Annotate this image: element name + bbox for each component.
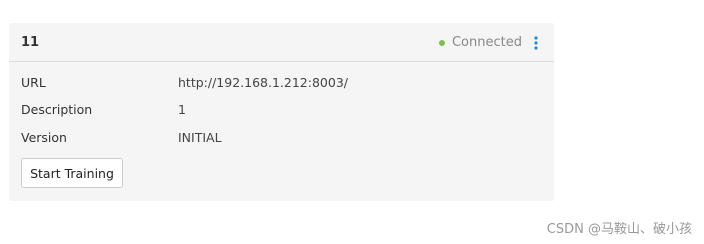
status-dot-icon: [438, 40, 445, 46]
field-label: Version: [21, 130, 67, 145]
connection-card: 11 Connected URL http://192.168.1.212:80…: [9, 23, 554, 201]
watermark: CSDN @马鞍山、破小孩: [546, 222, 692, 237]
card-header: 11 Connected: [9, 23, 554, 62]
field-value: INITIAL: [178, 130, 222, 145]
field-label: Description: [21, 102, 93, 117]
field-value: 1: [178, 102, 186, 117]
more-vertical-icon[interactable]: [533, 36, 539, 50]
connection-status: Connected: [438, 34, 522, 52]
field-label: URL: [21, 75, 46, 90]
field-value: http://192.168.1.212:8003/: [178, 75, 348, 90]
status-text: Connected: [451, 35, 522, 50]
start-training-button[interactable]: Start Training: [21, 158, 123, 188]
card-title: 11: [21, 35, 40, 50]
